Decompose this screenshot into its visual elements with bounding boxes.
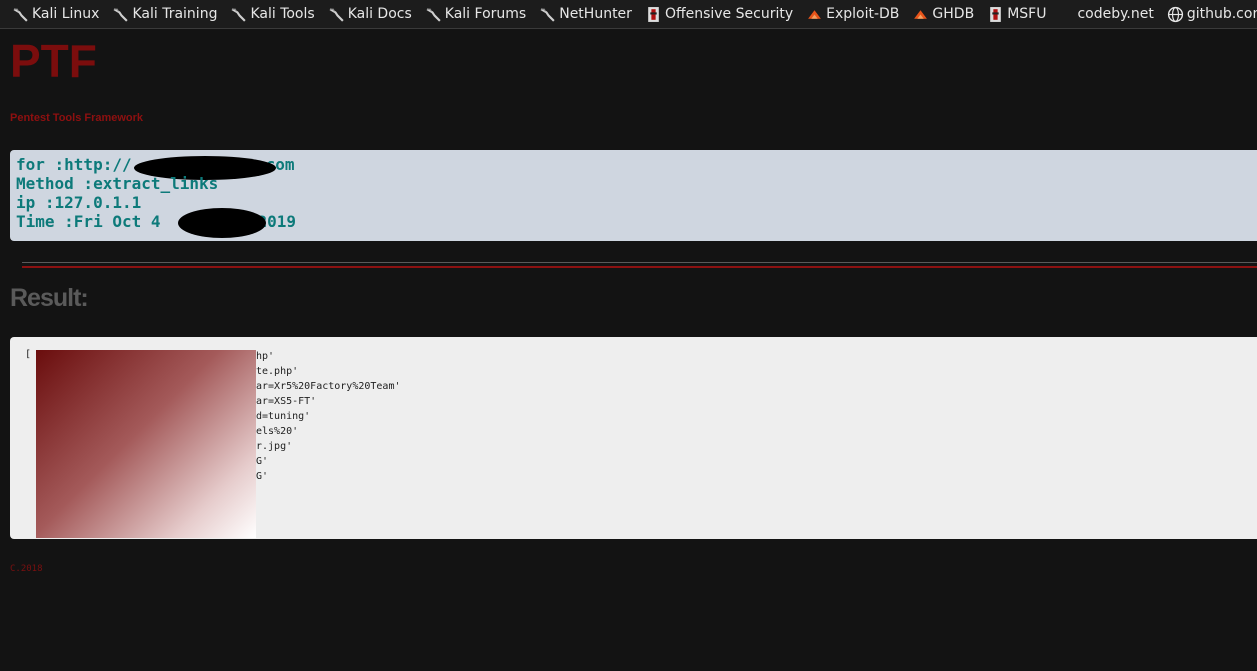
result-line: te.php' bbox=[256, 366, 299, 377]
result-output-box: [ ' ' ' ' ' ' ' ' ' ' ' hp' te.php' ar=X… bbox=[10, 337, 1257, 539]
bookmark-exploit-db[interactable]: Exploit-DB bbox=[806, 6, 899, 23]
bookmark-github[interactable]: github.com bbox=[1167, 6, 1257, 23]
bookmarks-bar: Kali Linux Kali Training Kali Tools Kali… bbox=[0, 0, 1257, 29]
bookmark-msfu[interactable]: MSFU bbox=[987, 6, 1046, 23]
bookmark-label: Offensive Security bbox=[664, 6, 794, 22]
page-subtitle: Pentest Tools Framework bbox=[10, 112, 144, 124]
kali-dragon-icon bbox=[114, 7, 129, 22]
bookmark-kali-linux[interactable]: Kali Linux bbox=[12, 6, 99, 23]
kali-dragon-icon bbox=[13, 7, 28, 22]
exploit-db-icon bbox=[808, 9, 821, 19]
bookmark-label: github.com bbox=[1186, 6, 1257, 22]
kali-dragon-icon bbox=[232, 7, 247, 22]
bookmark-label: Exploit-DB bbox=[826, 6, 900, 22]
result-line: els%20' bbox=[256, 426, 299, 437]
time-line: Time :Fri Oct 4 2019 bbox=[16, 208, 1257, 238]
bookmark-offensive-security[interactable]: Offensive Security bbox=[645, 6, 793, 23]
bookmark-label: MSFU bbox=[1007, 6, 1047, 22]
exploit-db-icon bbox=[914, 9, 928, 19]
time-prefix: Time :Fri Oct 4 bbox=[16, 212, 161, 231]
target-url-prefix: for :http:// bbox=[16, 155, 132, 174]
result-open-bracket: [ bbox=[25, 349, 32, 360]
bookmark-kali-docs[interactable]: Kali Docs bbox=[328, 6, 412, 23]
kali-dragon-icon bbox=[426, 7, 441, 22]
redaction-mark bbox=[178, 208, 266, 238]
result-heading: Result: bbox=[10, 284, 89, 312]
scan-info-box: for :http://com Method :extract_links ip… bbox=[10, 150, 1257, 241]
globe-icon bbox=[1167, 6, 1183, 22]
bookmark-label: Kali Tools bbox=[250, 6, 315, 22]
footer-copyright: C.2018 bbox=[10, 564, 43, 574]
bookmark-label: Kali Forums bbox=[444, 6, 527, 22]
result-line: r.jpg' bbox=[256, 441, 293, 452]
bookmark-label: GHDB bbox=[932, 6, 975, 22]
result-line: d=tuning' bbox=[256, 411, 311, 422]
offsec-icon bbox=[990, 6, 1001, 22]
method-line: Method :extract_links bbox=[16, 174, 219, 193]
bookmark-label: NetHunter bbox=[559, 6, 632, 22]
result-line: hp' bbox=[256, 351, 275, 362]
bookmark-kali-tools[interactable]: Kali Tools bbox=[230, 6, 315, 23]
bookmark-label: Kali Linux bbox=[32, 6, 100, 22]
bookmark-codeby[interactable]: codeby.net bbox=[1077, 6, 1153, 22]
page-title: PTF bbox=[10, 35, 97, 87]
bookmark-label: Kali Training bbox=[132, 6, 218, 22]
bookmark-label: Kali Docs bbox=[347, 6, 412, 22]
bookmark-nethunter[interactable]: NetHunter bbox=[539, 6, 632, 23]
result-lines: hp' te.php' ar=Xr5%20Factory%20Team' ar=… bbox=[256, 349, 401, 484]
result-line: ar=XS5-FT' bbox=[256, 396, 317, 407]
result-line: G' bbox=[256, 456, 269, 467]
offsec-icon bbox=[648, 6, 659, 22]
divider-grey bbox=[22, 262, 1257, 263]
bookmark-ghdb[interactable]: GHDB bbox=[912, 6, 974, 23]
result-line: G' bbox=[256, 471, 269, 482]
divider-red bbox=[22, 266, 1257, 268]
target-url-line: for :http://com bbox=[16, 155, 1257, 180]
redaction-block bbox=[36, 350, 256, 538]
bookmark-label: codeby.net bbox=[1077, 6, 1154, 22]
kali-dragon-icon bbox=[329, 7, 344, 22]
result-line: ar=Xr5%20Factory%20Team' bbox=[256, 381, 401, 392]
kali-dragon-icon bbox=[540, 7, 555, 22]
bookmark-kali-training[interactable]: Kali Training bbox=[112, 6, 217, 23]
bookmark-kali-forums[interactable]: Kali Forums bbox=[425, 6, 526, 23]
